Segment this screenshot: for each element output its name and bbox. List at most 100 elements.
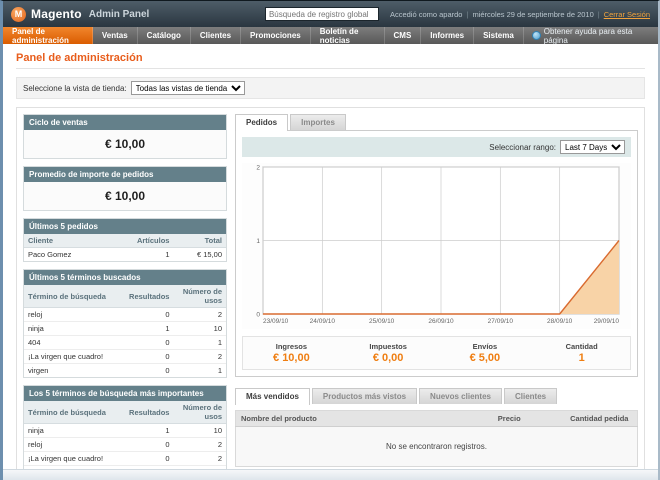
column-header-precio: Precio (492, 410, 566, 427)
column-header-n-mero-de-usos: Número de usos (173, 401, 226, 424)
dashboard-right-column: Pedidos Importes Seleccionar rango: Last … (235, 114, 638, 469)
column-header-n-mero-de-usos: Número de usos (173, 285, 226, 308)
empty-message: No se encontraron registros. (235, 426, 638, 467)
svg-text:29/09/10: 29/09/10 (593, 318, 619, 325)
dashboard-left-column: Ciclo de ventas € 10,00 Promedio de impo… (23, 114, 227, 469)
top-search-terms-table: Término de búsqueda Resultados Número de u… (24, 401, 226, 469)
svg-text:27/09/10: 27/09/10 (487, 318, 513, 325)
nav-item-ventas[interactable]: Ventas (93, 27, 138, 44)
column-header-t-rmino-de-b-squeda: Término de búsqueda (24, 285, 121, 308)
stat-env-os: Envíos € 5,00 (437, 342, 534, 364)
svg-text:0: 0 (256, 312, 260, 319)
session-info: Accedió como apardo | miércoles 29 de se… (389, 9, 650, 19)
page-content: Panel de administración Seleccione la vi… (3, 44, 658, 469)
tab-m-s-vendidos[interactable]: Más vendidos (235, 388, 310, 405)
top-search-terms-title: Los 5 términos de búsqueda más important… (24, 386, 226, 401)
lifetime-sales-title: Ciclo de ventas (24, 115, 226, 130)
last-search-terms-table: Término de búsqueda Resultados Número de u… (24, 285, 226, 377)
svg-text:25/09/10: 25/09/10 (369, 318, 395, 325)
logo-title: Magento (31, 7, 82, 21)
title-divider (16, 68, 645, 69)
table-row[interactable]: reloj 0 2 (24, 307, 226, 322)
tab-nuevos-clientes[interactable]: Nuevos clientes (419, 388, 502, 404)
page-title: Panel de administración (16, 52, 143, 64)
global-search-input[interactable] (264, 7, 379, 21)
svg-text:28/09/10: 28/09/10 (547, 318, 573, 325)
average-orders-value: € 10,00 (24, 182, 226, 210)
column-header-total: Total (173, 234, 226, 248)
chart-panel: Seleccionar rango: Last 7 Days 0 1 2 23/09/… (235, 130, 638, 377)
nav-item-sistema[interactable]: Sistema (474, 27, 524, 44)
last-search-terms-title: Últimos 5 términos buscados (24, 270, 226, 285)
logout-link[interactable]: Cerrar Sesión (604, 10, 650, 19)
range-select[interactable]: Last 7 Days (560, 140, 625, 154)
nav-item-informes[interactable]: Informes (421, 27, 475, 44)
chart-tabs: Pedidos Importes (235, 114, 638, 131)
help-link[interactable]: Obtener ayuda para esta página (524, 26, 658, 45)
stat-cantidad: Cantidad 1 (533, 342, 630, 364)
last-orders-title: Últimos 5 pedidos (24, 219, 226, 234)
tab-importes[interactable]: Importes (290, 114, 346, 130)
table-row[interactable]: ninja 1 10 (24, 423, 226, 438)
window-bottom-strip (3, 469, 658, 480)
stat-value: € 0,00 (372, 352, 404, 364)
nav-item-promociones[interactable]: Promociones (241, 27, 311, 44)
svg-text:2: 2 (256, 165, 260, 172)
dashboard: Ciclo de ventas € 10,00 Promedio de impo… (16, 107, 645, 469)
store-view-bar: Seleccione la vista de tienda: Todas las… (16, 77, 645, 99)
nav-item-panel-de-administraci-n[interactable]: Panel de administración (3, 27, 93, 45)
orders-chart: 0 1 2 23/09/10 24/09/10 25/09/10 26/09/10 27/09… (242, 163, 631, 329)
nav-item-clientes[interactable]: Clientes (191, 27, 242, 44)
stat-value: 1 (578, 352, 585, 364)
range-label: Seleccionar rango: (489, 142, 556, 152)
column-header-nombre-del-producto: Nombre del producto (235, 410, 493, 427)
table-row[interactable]: ¡La virgen que cuadro! 0 2 (24, 451, 226, 466)
current-date: miércoles 29 de septiembre de 2010 (472, 9, 594, 19)
stats-row: Ingresos € 10,00 Impuestos € 0,00 Envíos € 5,… (242, 336, 631, 370)
stat-label: Impuestos (369, 342, 407, 351)
table-row[interactable]: Paco Gomez 1 € 15,00 (24, 247, 226, 261)
nav-item-bolet-n-de-noticias[interactable]: Boletín de noticias (311, 27, 385, 45)
column-header-art-culos: Artículos (120, 234, 174, 248)
svg-text:26/09/10: 26/09/10 (428, 318, 454, 325)
stat-label: Cantidad (565, 342, 598, 351)
tab-pedidos[interactable]: Pedidos (235, 114, 289, 131)
nav-item-cat-logo[interactable]: Catálogo (138, 27, 191, 44)
products-tabs: Más vendidos Productos más vistos Nuevos c… (235, 388, 638, 405)
stat-value: € 5,00 (469, 352, 501, 364)
top-search-terms-box: Los 5 términos de búsqueda más important… (23, 385, 227, 469)
table-row[interactable]: virgen 0 1 (24, 363, 226, 377)
average-orders-box: Promedio de importe de pedidos € 10,00 (23, 166, 227, 211)
browser-frame: M Magento Admin Panel Accedió como apard… (0, 0, 660, 480)
products-grid: Nombre del producto Precio Cantidad pedida… (235, 410, 638, 467)
magento-logo-icon: M (11, 6, 26, 22)
logo-subtitle: Admin Panel (88, 8, 150, 20)
range-bar: Seleccionar rango: Last 7 Days (242, 137, 631, 157)
stat-label: Ingresos (275, 342, 307, 351)
svg-text:24/09/10: 24/09/10 (309, 318, 335, 325)
column-header-t-rmino-de-b-squeda: Término de búsqueda (24, 401, 121, 424)
nav-item-cms[interactable]: CMS (385, 27, 422, 44)
stat-value: € 10,00 (273, 352, 310, 364)
table-row[interactable]: 40401 (24, 335, 226, 350)
table-row[interactable]: ninja 1 10 (24, 321, 226, 336)
column-header-cliente: Cliente (24, 234, 121, 248)
last-orders-box: Últimos 5 pedidos Cliente Artículos Total P… (23, 218, 227, 262)
logged-in-as: Accedió como apardo (389, 9, 463, 19)
last-search-terms-box: Últimos 5 términos buscados Término de b… (23, 269, 227, 378)
tab-clientes[interactable]: Clientes (503, 388, 558, 404)
table-row[interactable]: ¡La virgen que cuadro! 0 2 (24, 349, 226, 364)
stat-impuestos: Impuestos € 0,00 (340, 342, 437, 364)
svg-text:23/09/10: 23/09/10 (263, 318, 289, 325)
store-view-select[interactable]: Todas las vistas de tienda (130, 81, 245, 95)
tab-productos-m-s-vistos[interactable]: Productos más vistos (311, 388, 418, 404)
help-globe-icon (531, 31, 541, 40)
app-header: M Magento Admin Panel Accedió como apard… (3, 1, 658, 27)
table-row[interactable]: reloj 0 2 (24, 437, 226, 452)
orders-area-chart: 0 1 2 23/09/10 24/09/10 25/09/10 26/09/10 27/09… (256, 165, 620, 325)
svg-text:1: 1 (256, 238, 260, 245)
help-label: Obtener ayuda para esta página (543, 26, 633, 45)
average-orders-title: Promedio de importe de pedidos (24, 167, 226, 182)
nav-menu: Panel de administración Ventas Catálogo Cli… (3, 27, 524, 45)
lifetime-sales-value: € 10,00 (24, 130, 226, 158)
